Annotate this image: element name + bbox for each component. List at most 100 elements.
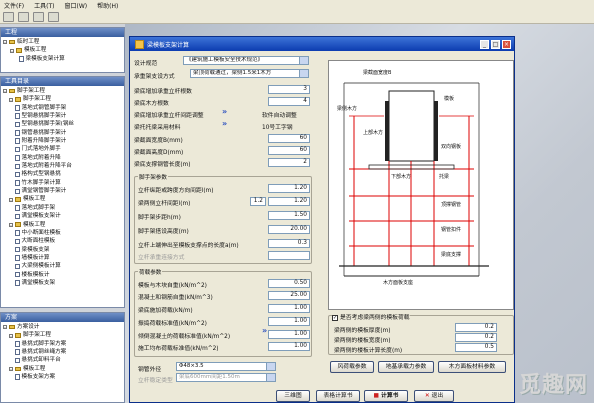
tree-item[interactable]: - 模板工程: [3, 195, 122, 203]
tree-item[interactable]: - 模板工程: [3, 46, 122, 54]
load-param-input[interactable]: 1.00: [268, 330, 310, 339]
collapse-icon[interactable]: -: [10, 48, 14, 53]
tree-item[interactable]: - 脚手架工程: [3, 95, 122, 103]
scaffold-param-input[interactable]: 1.20: [268, 184, 310, 193]
tree-item[interactable]: 门式落地外脚手: [3, 145, 122, 153]
help-icon[interactable]: [48, 11, 59, 22]
checkbox-icon[interactable]: ✓: [332, 315, 338, 321]
beam-param-input[interactable]: 60: [268, 146, 310, 155]
load-expand-icon[interactable]: »: [262, 326, 267, 335]
tree-item[interactable]: - 模板工程: [3, 221, 122, 229]
tree-item[interactable]: 落地式附着升降平台: [3, 162, 122, 170]
collapse-icon[interactable]: -: [9, 366, 13, 371]
collapse-icon[interactable]: -: [9, 197, 13, 202]
tree-item[interactable]: - 脚手架工程: [3, 331, 122, 339]
menu-window[interactable]: 窗口(W): [65, 1, 88, 10]
load-param-input[interactable]: 1.00: [268, 317, 310, 326]
tree-item[interactable]: 竹木脚手架计算: [3, 179, 122, 187]
tree-item[interactable]: 大梁侧模板计算: [3, 262, 122, 270]
tree-item[interactable]: - 脚手架工程: [3, 87, 122, 95]
menu-help[interactable]: 帮助(H): [97, 1, 118, 10]
tree-item[interactable]: 楼板模板计: [3, 271, 122, 279]
tree-item[interactable]: 悬挑式卸料平台: [3, 356, 122, 364]
beam-param-value: 软件自动调整: [262, 113, 297, 119]
tree-item[interactable]: 墙模板计算: [3, 254, 122, 262]
side-r1-input[interactable]: 0.2: [455, 323, 497, 332]
spec-select[interactable]: 《建筑施工模板安全技术规范》: [183, 56, 309, 65]
scaffold-param-input[interactable]: 20.00: [268, 225, 310, 234]
tree-item-label: 附着升降脚手架计: [21, 138, 67, 145]
minimize-button[interactable]: _: [480, 39, 489, 49]
calculate-button[interactable]: ■ 计算书: [364, 390, 408, 402]
beam-param-input[interactable]: 60: [268, 134, 310, 143]
tree-item[interactable]: 附着升降脚手架计: [3, 137, 122, 145]
tree-item[interactable]: 格构式型钢悬挑: [3, 170, 122, 178]
tree-item[interactable]: 落地式附着升降: [3, 154, 122, 162]
label-side-timber: 梁侧木方: [337, 106, 358, 112]
collapse-icon[interactable]: -: [9, 222, 13, 227]
side-r3-input[interactable]: 0.5: [455, 343, 497, 352]
collapse-icon[interactable]: -: [3, 89, 7, 94]
tree-item[interactable]: 模板支架方案: [3, 373, 122, 381]
tree-item[interactable]: 满堂模板支架计: [3, 212, 122, 220]
save-icon[interactable]: [33, 11, 44, 22]
tree-item[interactable]: - 方案设计: [3, 323, 122, 331]
tree-item[interactable]: 落地式脚手架: [3, 204, 122, 212]
tree-item[interactable]: 梁模板支架: [3, 246, 122, 254]
expand-arrow-icon[interactable]: »: [222, 107, 227, 116]
collapse-icon[interactable]: -: [3, 40, 7, 45]
scaffold-param-input[interactable]: 1.50: [268, 211, 310, 220]
tree-item[interactable]: 中小断面柱模板: [3, 229, 122, 237]
open-icon[interactable]: [18, 11, 29, 22]
tree-item[interactable]: 型钢悬挑脚手架(钢丝: [3, 120, 122, 128]
beam-param-input[interactable]: 4: [268, 97, 310, 106]
document-icon: [15, 155, 20, 161]
material-button[interactable]: 木方面板材料参数: [438, 361, 506, 373]
tree-item[interactable]: 悬挑式钢丝绳方案: [3, 348, 122, 356]
new-icon[interactable]: [3, 11, 14, 22]
load-param-input[interactable]: 1.00: [268, 304, 310, 313]
beam-param-input[interactable]: 3: [268, 85, 310, 94]
collapse-icon[interactable]: -: [9, 97, 13, 102]
side-load-check[interactable]: ✓ 是否考虑梁两侧的模板荷载: [332, 312, 410, 321]
collapse-icon[interactable]: -: [9, 333, 13, 338]
menu-file[interactable]: 文件(F): [4, 1, 24, 10]
tree-item-label: 满堂模板支架: [21, 279, 56, 286]
maximize-button[interactable]: □: [491, 39, 500, 49]
scaffold-param-input[interactable]: 1.20: [268, 197, 310, 206]
collapse-icon[interactable]: -: [3, 325, 7, 330]
tree-item[interactable]: 型钢悬挑脚手架计: [3, 112, 122, 120]
tree-item[interactable]: 梁模板支架计算: [3, 55, 122, 63]
tree-item[interactable]: - 临时工程: [3, 38, 122, 46]
expand-arrow-icon[interactable]: »: [222, 119, 227, 128]
tree-item[interactable]: 大断面柱模板: [3, 237, 122, 245]
load-param-input[interactable]: 1.00: [268, 342, 310, 351]
method-select[interactable]: 梁顶荷载通过，梁侧1.5米1木方: [190, 69, 309, 78]
beam-param-label: 梁截面高度D(mm): [134, 150, 184, 156]
scaffold-param-input[interactable]: 0.3: [268, 239, 310, 248]
close-button[interactable]: ×: [502, 39, 511, 49]
foundation-button[interactable]: 地基承载力参数: [378, 361, 434, 373]
3d-view-button[interactable]: 三维图: [276, 390, 310, 402]
label-formwork: 模板: [444, 96, 455, 102]
side-r2-input[interactable]: 0.2: [455, 333, 497, 342]
tree-item-label: 模板工程: [23, 196, 46, 203]
pipe-type-select[interactable]: 梁底600mm间距1.50m: [176, 373, 276, 382]
tree-item[interactable]: 落地式钢管脚手架: [3, 104, 122, 112]
scaffold-param-input-2[interactable]: 1.2: [250, 197, 266, 206]
beam-param-input[interactable]: 2: [268, 158, 310, 167]
pipe-diameter-select[interactable]: Φ48×3.5: [176, 362, 276, 371]
scaffold-param-input[interactable]: [268, 251, 310, 260]
tree-item[interactable]: - 模板工程: [3, 365, 122, 373]
wind-load-button[interactable]: 风荷载参数: [330, 361, 374, 373]
tree-item[interactable]: 满堂模板支架: [3, 279, 122, 287]
tree-item[interactable]: 悬挑式脚手架方案: [3, 340, 122, 348]
tree-item[interactable]: 钢管悬挑脚手架计: [3, 129, 122, 137]
load-param-input[interactable]: 0.50: [268, 279, 310, 288]
exit-icon: ✕: [424, 393, 430, 399]
load-param-input[interactable]: 25.00: [268, 291, 310, 300]
exit-button[interactable]: ✕ 退出: [414, 390, 454, 402]
table-report-button[interactable]: 表格计算书: [316, 390, 360, 402]
menu-tools[interactable]: 工具(T): [34, 1, 54, 10]
tree-item[interactable]: 满堂钢管脚手架计: [3, 187, 122, 195]
